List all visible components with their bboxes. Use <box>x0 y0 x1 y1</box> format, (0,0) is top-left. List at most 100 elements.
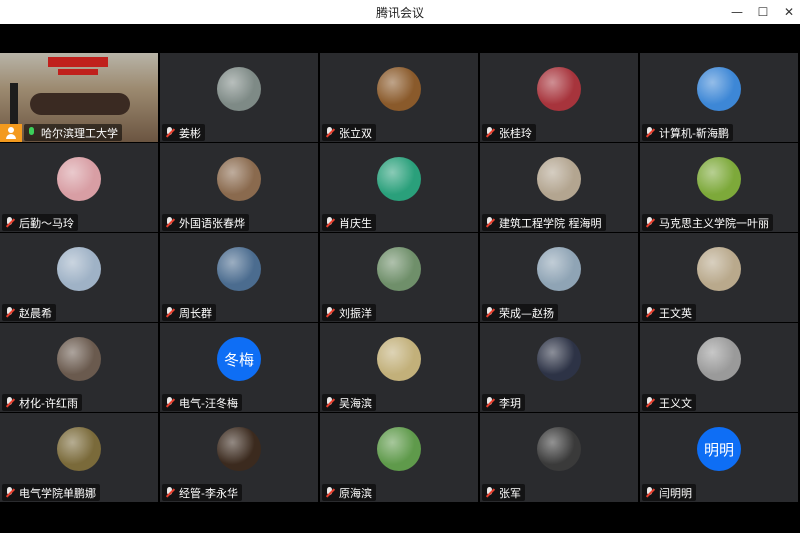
name-plate: 肖庆生 <box>322 214 376 231</box>
participant-tile[interactable]: 哈尔滨理工大学 <box>0 53 158 142</box>
avatar <box>697 247 741 291</box>
microphone-muted-icon <box>484 486 496 500</box>
microphone-muted-icon <box>644 486 656 500</box>
participant-name: 赵晨希 <box>19 306 52 320</box>
name-plate: 原海滨 <box>322 484 376 501</box>
participant-tile[interactable]: 张军 <box>480 413 638 502</box>
avatar <box>217 67 261 111</box>
participant-tile[interactable]: 计算机-靳海鹏 <box>640 53 798 142</box>
top-bar <box>0 24 800 53</box>
participant-tile[interactable]: 李玥 <box>480 323 638 412</box>
microphone-muted-icon <box>164 306 176 320</box>
name-plate: 闫明明 <box>642 484 696 501</box>
avatar <box>377 337 421 381</box>
participant-grid: 哈尔滨理工大学 姜彬 张立双 张桂玲 计算机-靳海鹏后勤～马玲 外国语张春烨 肖庆生 建筑工程… <box>0 53 800 505</box>
participant-tile[interactable]: 建筑工程学院 程海明 <box>480 143 638 232</box>
avatar <box>377 157 421 201</box>
participant-tile[interactable]: 马克思主义学院一叶丽 <box>640 143 798 232</box>
participant-name: 姜彬 <box>179 126 201 140</box>
participant-name: 王文英 <box>659 306 692 320</box>
name-plate: 材化-许红雨 <box>2 394 82 411</box>
avatar <box>537 337 581 381</box>
participant-name: 闫明明 <box>659 486 692 500</box>
participant-tile[interactable]: 肖庆生 <box>320 143 478 232</box>
host-icon <box>0 124 22 142</box>
participant-tile[interactable]: 张桂玲 <box>480 53 638 142</box>
participant-name: 吴海滨 <box>339 396 372 410</box>
window-title: 腾讯会议 <box>375 6 424 20</box>
name-plate: 哈尔滨理工大学 <box>24 124 122 141</box>
name-plate: 姜彬 <box>162 124 205 141</box>
name-plate: 吴海滨 <box>322 394 376 411</box>
name-plate: 王义文 <box>642 394 696 411</box>
avatar <box>57 157 101 201</box>
participant-name: 电气学院单鹏娜 <box>19 486 96 500</box>
participant-name: 经管-李永华 <box>179 486 238 500</box>
microphone-muted-icon <box>4 216 16 230</box>
name-plate: 电气学院单鹏娜 <box>2 484 100 501</box>
avatar <box>537 67 581 111</box>
participant-name: 计算机-靳海鹏 <box>659 126 729 140</box>
avatar-initials: 明明 <box>703 440 734 459</box>
microphone-muted-icon <box>324 396 336 410</box>
participant-tile[interactable]: 赵晨希 <box>0 233 158 322</box>
participant-tile[interactable]: 刘振洋 <box>320 233 478 322</box>
avatar <box>537 247 581 291</box>
participant-tile[interactable]: 经管-李永华 <box>160 413 318 502</box>
participant-tile[interactable]: 周长群 <box>160 233 318 322</box>
participant-name: 刘振洋 <box>339 306 372 320</box>
name-plate: 张立双 <box>322 124 376 141</box>
participant-tile[interactable]: 张立双 <box>320 53 478 142</box>
name-plate: 王文英 <box>642 304 696 321</box>
close-button[interactable]: ✕ <box>774 0 800 24</box>
avatar <box>217 157 261 201</box>
microphone-icon <box>26 126 38 140</box>
name-plate: 周长群 <box>162 304 216 321</box>
avatar <box>57 427 101 471</box>
participant-name: 后勤～马玲 <box>19 216 74 230</box>
participant-name: 原海滨 <box>339 486 372 500</box>
participant-name: 张军 <box>499 486 521 500</box>
microphone-muted-icon <box>644 396 656 410</box>
microphone-muted-icon <box>324 216 336 230</box>
avatar <box>697 67 741 111</box>
participant-name: 李玥 <box>499 396 521 410</box>
name-plate: 经管-李永华 <box>162 484 242 501</box>
participant-tile[interactable]: 冬梅电气-汪冬梅 <box>160 323 318 412</box>
name-plate: 李玥 <box>482 394 525 411</box>
avatar: 冬梅 <box>217 337 261 381</box>
participant-tile[interactable]: 明明闫明明 <box>640 413 798 502</box>
participant-name: 张桂玲 <box>499 126 532 140</box>
microphone-muted-icon <box>4 306 16 320</box>
avatar <box>377 427 421 471</box>
participant-tile[interactable]: 吴海滨 <box>320 323 478 412</box>
name-plate: 马克思主义学院一叶丽 <box>642 214 773 231</box>
participant-tile[interactable]: 材化-许红雨 <box>0 323 158 412</box>
participant-tile[interactable]: 姜彬 <box>160 53 318 142</box>
microphone-muted-icon <box>4 396 16 410</box>
participant-name: 建筑工程学院 程海明 <box>499 216 602 230</box>
microphone-muted-icon <box>324 486 336 500</box>
participant-tile[interactable]: 电气学院单鹏娜 <box>0 413 158 502</box>
participant-tile[interactable]: 荣成—赵扬 <box>480 233 638 322</box>
avatar-initials: 冬梅 <box>223 350 254 369</box>
microphone-muted-icon <box>644 126 656 140</box>
participant-tile[interactable]: 原海滨 <box>320 413 478 502</box>
avatar <box>57 247 101 291</box>
name-plate: 张桂玲 <box>482 124 536 141</box>
bottom-bar <box>0 505 800 533</box>
participant-name: 材化-许红雨 <box>19 396 78 410</box>
microphone-muted-icon <box>4 486 16 500</box>
name-plate: 后勤～马玲 <box>2 214 78 231</box>
avatar: 明明 <box>697 427 741 471</box>
microphone-muted-icon <box>644 306 656 320</box>
participant-tile[interactable]: 王义文 <box>640 323 798 412</box>
avatar <box>57 337 101 381</box>
microphone-muted-icon <box>164 486 176 500</box>
participant-tile[interactable]: 王文英 <box>640 233 798 322</box>
name-plate: 刘振洋 <box>322 304 376 321</box>
name-plate: 电气-汪冬梅 <box>162 394 242 411</box>
participant-name: 张立双 <box>339 126 372 140</box>
participant-tile[interactable]: 外国语张春烨 <box>160 143 318 232</box>
participant-tile[interactable]: 后勤～马玲 <box>0 143 158 232</box>
